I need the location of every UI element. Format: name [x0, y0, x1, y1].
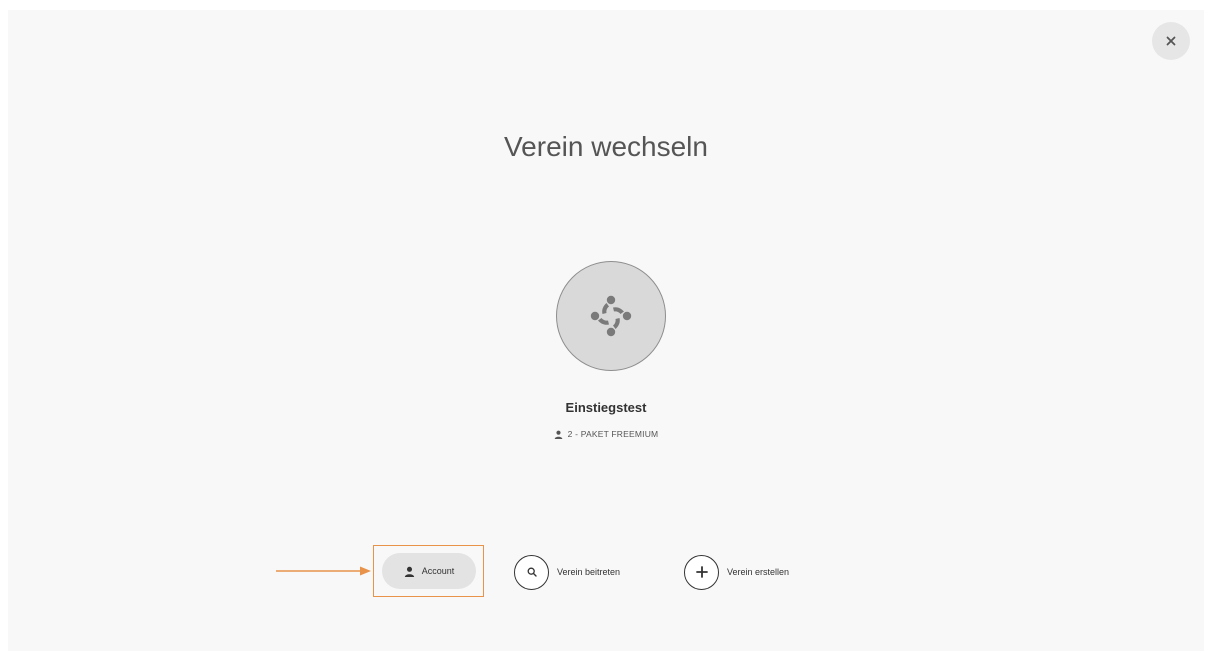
account-label: Account [421, 566, 455, 576]
create-club-circle [684, 554, 719, 590]
annotation-arrow [276, 566, 371, 576]
club-package: 2 - PAKET FREEMIUM [567, 429, 659, 439]
create-club-button[interactable]: Verein erstellen [684, 554, 789, 590]
join-club-label: Verein beitreten [557, 567, 621, 577]
club-avatar[interactable] [556, 261, 666, 371]
join-club-circle [514, 554, 549, 590]
club-meta: 2 - PAKET FREEMIUM [0, 429, 1212, 439]
search-icon [527, 567, 537, 577]
person-icon [404, 566, 414, 577]
person-icon [554, 430, 562, 439]
club-name: Einstiegstest [565, 400, 647, 415]
club-logo-icon [590, 295, 632, 337]
create-club-label: Verein erstellen [727, 567, 790, 577]
join-club-button[interactable]: Verein beitreten [514, 554, 620, 590]
page-title: Verein wechseln [504, 131, 708, 162]
close-button[interactable] [1152, 22, 1190, 60]
close-icon [1166, 36, 1176, 46]
plus-icon [695, 566, 708, 578]
account-button[interactable]: Account [382, 553, 476, 589]
